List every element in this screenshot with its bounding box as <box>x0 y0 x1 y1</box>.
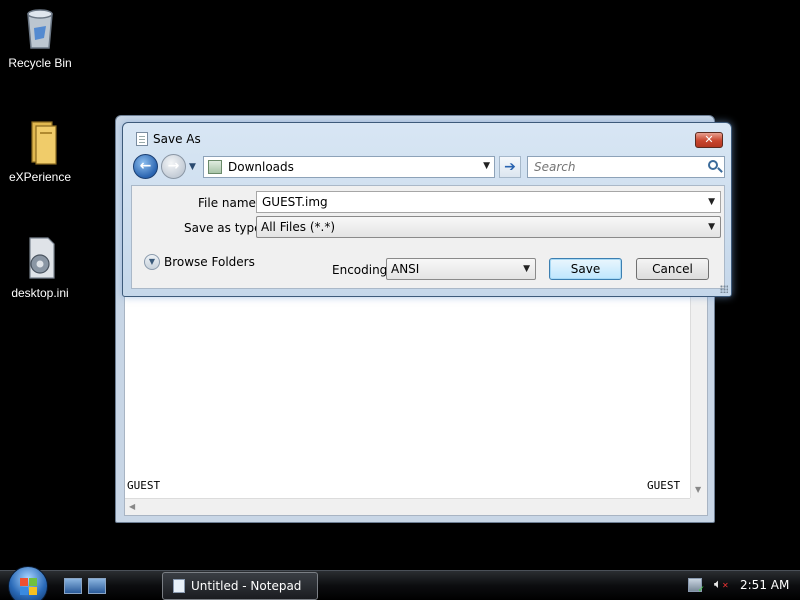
encoding-dropdown-icon[interactable]: ▼ <box>523 264 530 274</box>
desktop-icon-experience[interactable]: eXPerience <box>0 118 80 184</box>
address-bar[interactable]: Downloads ▼ <box>203 156 495 178</box>
encoding-label: Encoding: <box>332 263 392 277</box>
clock[interactable]: 2:51 AM <box>740 578 789 592</box>
desktop-icon-label: eXPerience <box>8 170 72 184</box>
folder-location-icon <box>208 160 222 174</box>
desktop-icon-label: desktop.ini <box>11 286 69 300</box>
save-as-type-value: All Files (*.*) <box>261 220 336 234</box>
encoding-select[interactable]: ANSI ▼ <box>386 258 536 280</box>
start-button[interactable] <box>8 566 48 600</box>
folder-icon <box>16 118 64 166</box>
file-name-input[interactable] <box>262 195 682 209</box>
save-as-dialog: Save As ✕ ← → ▼ Downloads ▼ ➔ File name:… <box>122 122 732 297</box>
notepad-text-right: GUEST <box>647 479 681 492</box>
scroll-left-arrow-icon[interactable]: ◀ <box>129 502 135 511</box>
save-options-panel: File name: ▼ Save as type: All Files (*.… <box>131 185 725 289</box>
desktop-icon-recycle-bin[interactable]: Recycle Bin <box>0 4 80 70</box>
notepad-icon <box>136 132 148 146</box>
recycle-bin-icon <box>16 4 64 52</box>
save-as-type-select[interactable]: All Files (*.*) ▼ <box>256 216 721 238</box>
close-button[interactable]: ✕ <box>695 132 723 148</box>
desktop-icon-label: Recycle Bin <box>8 56 72 70</box>
notepad-text-area[interactable]: GUEST GUEST ▼ ◀ <box>124 296 708 516</box>
taskbar-notepad-button[interactable]: Untitled - Notepad <box>162 572 318 600</box>
save-button[interactable]: Save <box>549 258 622 280</box>
search-input[interactable] <box>534 160 694 174</box>
browse-folders-label: Browse Folders <box>164 255 255 269</box>
address-text: Downloads <box>228 160 294 174</box>
resize-grip[interactable] <box>720 285 728 293</box>
desktop-icon-desktop-ini[interactable]: desktop.ini <box>0 234 80 300</box>
file-name-label: File name: <box>198 196 260 210</box>
cancel-button[interactable]: Cancel <box>636 258 709 280</box>
file-name-dropdown-icon[interactable]: ▼ <box>708 197 715 207</box>
notepad-text-left: GUEST <box>127 479 161 492</box>
save-as-type-label: Save as type: <box>184 221 266 235</box>
file-name-field[interactable]: ▼ <box>256 191 721 213</box>
volume-muted-icon[interactable]: 🔈︎ <box>714 577 728 592</box>
search-box[interactable] <box>527 156 725 178</box>
scrollbar-corner <box>690 498 707 515</box>
recent-pages-dropdown-icon[interactable]: ▼ <box>189 162 196 172</box>
taskbar: Untitled - Notepad 🔈︎ 2:51 AM <box>0 566 800 600</box>
go-button[interactable]: ➔ <box>499 156 521 178</box>
dialog-title: Save As <box>153 132 201 146</box>
address-dropdown-icon[interactable]: ▼ <box>483 161 490 171</box>
windows-logo-icon <box>20 578 38 596</box>
vertical-scrollbar[interactable]: ▼ <box>690 297 707 500</box>
horizontal-scrollbar[interactable]: ◀ <box>125 498 691 515</box>
forward-arrow-icon[interactable]: → <box>161 154 186 179</box>
scroll-down-arrow-icon[interactable]: ▼ <box>695 485 701 494</box>
save-as-type-dropdown-icon[interactable]: ▼ <box>708 222 715 232</box>
encoding-value: ANSI <box>391 262 420 276</box>
notepad-icon <box>173 579 185 593</box>
back-arrow-icon[interactable]: ← <box>133 154 158 179</box>
chevron-down-icon[interactable]: ▼ <box>144 254 160 270</box>
network-icon[interactable] <box>688 578 705 595</box>
navigation-bar: ← → ▼ Downloads ▼ ➔ <box>131 154 725 180</box>
show-desktop-icon[interactable] <box>64 578 82 594</box>
search-icon[interactable] <box>708 160 718 170</box>
settings-file-icon <box>16 234 64 282</box>
taskbar-notepad-label: Untitled - Notepad <box>191 579 302 593</box>
switch-windows-icon[interactable] <box>88 578 106 594</box>
dialog-titlebar[interactable]: Save As ✕ <box>123 123 731 153</box>
